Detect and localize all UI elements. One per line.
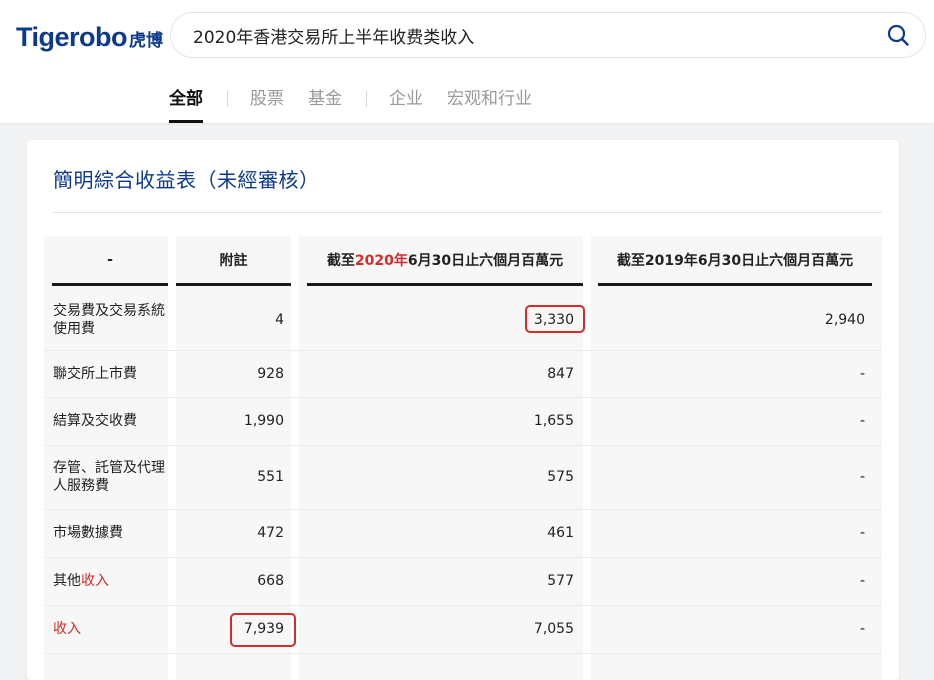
top-bar: Tigerobo 虎博 全部 股票 基金 企业 宏观和行业	[0, 0, 934, 123]
highlight-box	[230, 613, 296, 647]
note-cell: 551	[257, 469, 284, 485]
row-label: 結算及交收費	[53, 413, 137, 429]
row-divider	[44, 653, 882, 654]
header-2020-prefix: 截至	[326, 252, 355, 269]
value-2019-cell: 2,940	[824, 312, 865, 328]
column-gutter	[583, 236, 591, 680]
value-2019-cell: -	[859, 525, 865, 541]
search-input[interactable]	[193, 13, 873, 57]
value-2019-cell: -	[859, 621, 865, 637]
tab-funds[interactable]: 基金	[308, 86, 342, 123]
row-label: 收入	[53, 605, 165, 653]
logo-cjk-text: 虎博	[129, 31, 164, 51]
card-title[interactable]: 簡明綜合收益表（未經審核）	[53, 164, 320, 193]
note-cell: 4	[275, 312, 284, 328]
row-label: 存管、託管及代理人服務費	[53, 460, 165, 494]
note-cell: 928	[257, 365, 284, 382]
header-2020-year: 2020年	[354, 252, 408, 269]
note-cell: 668	[257, 573, 284, 589]
logo-text: Tigerobo	[16, 22, 128, 52]
header-2020: 截至 2020年 6月30日止六個月百萬元	[307, 236, 583, 286]
value-2020-cell: 1,655	[533, 413, 574, 429]
value-2019-cell: -	[859, 469, 865, 485]
header-note: 附註	[176, 236, 291, 286]
row-label-text: 其他	[53, 573, 81, 589]
header-item: -	[52, 236, 168, 286]
value-2019-cell: -	[859, 413, 865, 429]
header-2020-suffix: 6月30日止六個月百萬元	[407, 252, 564, 269]
result-card: 簡明綜合收益表（未經審核） - 附註 截至 2020年 6月30日止六個月百萬元 截…	[27, 140, 899, 680]
row-label: 其他 收入	[53, 557, 165, 605]
card-divider	[52, 212, 882, 213]
highlight-box	[525, 305, 585, 333]
tab-divider	[366, 91, 367, 107]
note-cell: 1,990	[243, 413, 284, 429]
row-label: 交易費及交易系統使用費	[53, 303, 165, 337]
income-table: - 附註 截至 2020年 6月30日止六個月百萬元 截至2019年6月30日止六個…	[44, 236, 882, 680]
tab-divider	[227, 91, 228, 107]
value-2020-cell: 847	[547, 365, 574, 382]
tab-macro-industry[interactable]: 宏观和行业	[447, 86, 532, 123]
tigerobo-logo[interactable]: Tigerobo 虎博	[16, 22, 163, 56]
value-2020-cell: 7,055	[533, 621, 574, 637]
note-cell: 472	[257, 525, 284, 541]
tab-all[interactable]: 全部	[169, 86, 203, 123]
category-tabs: 全部 股票 基金 企业 宏观和行业	[169, 86, 556, 123]
search-bar	[170, 12, 926, 58]
row-label-highlight: 收入	[53, 621, 81, 637]
value-2020-cell: 575	[547, 469, 574, 485]
search-icon[interactable]	[887, 24, 909, 46]
value-2020-cell: 461	[547, 525, 574, 541]
tab-stocks[interactable]: 股票	[250, 86, 284, 123]
tab-companies[interactable]: 企业	[389, 86, 423, 123]
header-2019: 截至2019年6月30日止六個月百萬元	[598, 236, 872, 286]
value-2019-cell: -	[859, 573, 865, 589]
value-2019-cell: -	[859, 365, 865, 382]
row-label-highlight: 收入	[81, 573, 109, 589]
row-label: 市場數據費	[53, 525, 123, 541]
value-2020-cell: 577	[547, 573, 574, 589]
row-label: 聯交所上市費	[53, 365, 137, 382]
